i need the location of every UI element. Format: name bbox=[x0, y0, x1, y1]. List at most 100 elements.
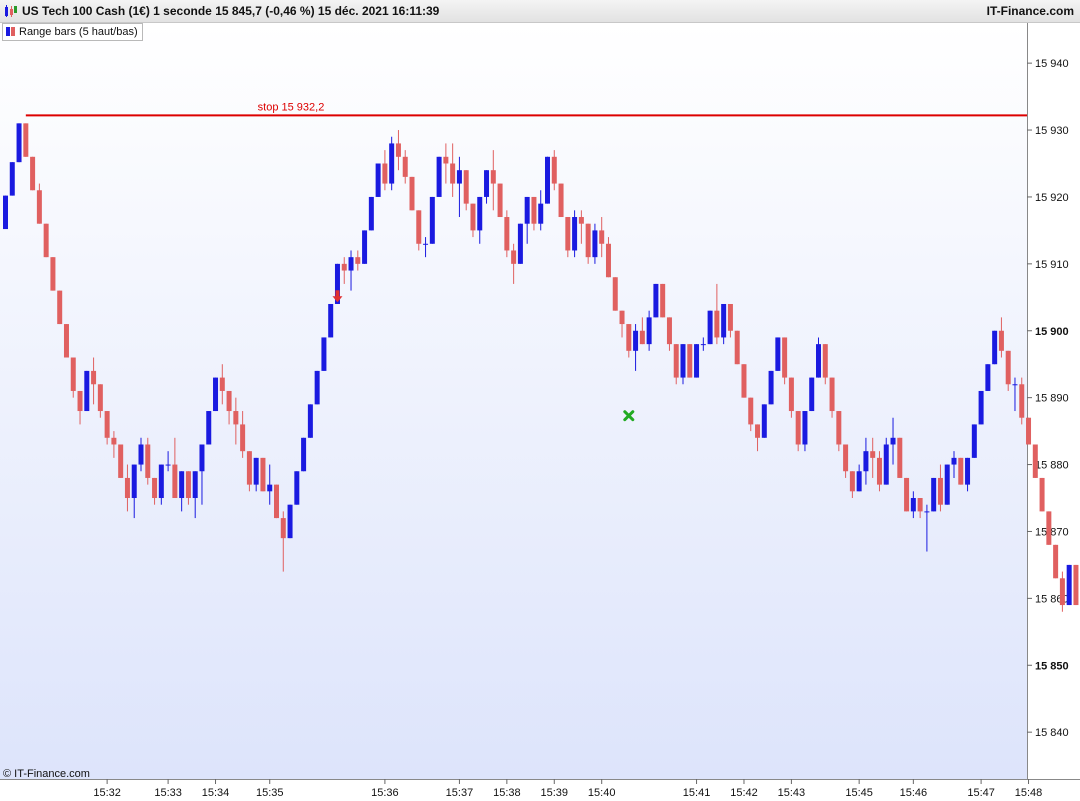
candle-down[interactable] bbox=[788, 377, 794, 412]
candle-down[interactable] bbox=[531, 196, 537, 224]
candle-up[interactable] bbox=[802, 411, 808, 445]
candle-up[interactable] bbox=[294, 471, 300, 505]
candle-down[interactable] bbox=[395, 143, 401, 157]
candle-down[interactable] bbox=[897, 437, 903, 478]
candle-up[interactable] bbox=[890, 437, 896, 445]
candle-down[interactable] bbox=[727, 303, 733, 331]
candle-down[interactable] bbox=[605, 243, 611, 278]
candle-up[interactable] bbox=[456, 170, 462, 184]
candle-up[interactable] bbox=[138, 444, 144, 465]
candle-up[interactable] bbox=[931, 477, 937, 512]
candle-down[interactable] bbox=[470, 203, 476, 231]
candle-down[interactable] bbox=[714, 310, 720, 338]
candle-up[interactable] bbox=[199, 444, 205, 472]
candle-up[interactable] bbox=[423, 243, 429, 245]
candle-up[interactable] bbox=[192, 471, 198, 499]
candle-down[interactable] bbox=[1032, 444, 1038, 478]
candle-down[interactable] bbox=[958, 457, 964, 485]
candle-down[interactable] bbox=[1005, 350, 1011, 385]
candle-up[interactable] bbox=[1066, 564, 1072, 606]
candle-down[interactable] bbox=[118, 444, 124, 478]
candle-up[interactable] bbox=[538, 203, 544, 224]
candle-down[interactable] bbox=[626, 324, 632, 351]
candle-up[interactable] bbox=[680, 344, 686, 378]
candle-up[interactable] bbox=[328, 303, 334, 338]
candle-down[interactable] bbox=[998, 330, 1004, 351]
candle-up[interactable] bbox=[592, 230, 598, 258]
candle-up[interactable] bbox=[572, 217, 578, 251]
candle-up[interactable] bbox=[429, 196, 435, 244]
candle-up[interactable] bbox=[633, 330, 639, 351]
candle-up[interactable] bbox=[253, 457, 259, 485]
candle-down[interactable] bbox=[260, 457, 266, 492]
candle-up[interactable] bbox=[517, 223, 523, 264]
candle-down[interactable] bbox=[673, 344, 679, 378]
candle-down[interactable] bbox=[152, 477, 158, 499]
candle-down[interactable] bbox=[612, 277, 618, 311]
candle-up[interactable] bbox=[362, 230, 368, 264]
candle-down[interactable] bbox=[1053, 544, 1059, 579]
candle-down[interactable] bbox=[91, 370, 97, 385]
candle-down[interactable] bbox=[755, 424, 761, 438]
candle-down[interactable] bbox=[1039, 477, 1045, 512]
candle-down[interactable] bbox=[450, 163, 456, 184]
candle-down[interactable] bbox=[416, 210, 422, 244]
candle-up[interactable] bbox=[700, 344, 706, 346]
candle-up[interactable] bbox=[965, 457, 971, 485]
candle-up[interactable] bbox=[3, 195, 8, 230]
candle-down[interactable] bbox=[111, 437, 117, 445]
candle-up[interactable] bbox=[389, 143, 395, 184]
candle-up[interactable] bbox=[910, 498, 916, 512]
candle-up[interactable] bbox=[694, 344, 700, 378]
candle-down[interactable] bbox=[829, 377, 835, 412]
candle-down[interactable] bbox=[822, 344, 828, 378]
candle-up[interactable] bbox=[1012, 384, 1018, 386]
candle-down[interactable] bbox=[43, 223, 49, 258]
candle-up[interactable] bbox=[545, 156, 550, 204]
candle-up[interactable] bbox=[924, 511, 930, 513]
candle-up[interactable] bbox=[951, 457, 957, 465]
candle-down[interactable] bbox=[666, 317, 672, 345]
candle-up[interactable] bbox=[436, 156, 442, 197]
candle-down[interactable] bbox=[355, 257, 361, 264]
candle-down[interactable] bbox=[63, 324, 69, 358]
candle-down[interactable] bbox=[578, 217, 584, 224]
candle-down[interactable] bbox=[795, 411, 801, 445]
candle-down[interactable] bbox=[565, 217, 571, 251]
candle-up[interactable] bbox=[321, 337, 327, 371]
candle-up[interactable] bbox=[992, 330, 998, 365]
candle-down[interactable] bbox=[497, 183, 503, 218]
candle-down[interactable] bbox=[233, 411, 239, 425]
candle-down[interactable] bbox=[511, 250, 517, 264]
candle-up[interactable] bbox=[348, 257, 354, 271]
candle-down[interactable] bbox=[558, 183, 564, 218]
candle-up[interactable] bbox=[179, 471, 185, 499]
candle-down[interactable] bbox=[409, 176, 415, 211]
candle-down[interactable] bbox=[639, 330, 645, 345]
candle-up[interactable] bbox=[477, 196, 483, 231]
candle-down[interactable] bbox=[1019, 384, 1025, 418]
candle-down[interactable] bbox=[748, 397, 754, 425]
candle-down[interactable] bbox=[402, 156, 408, 177]
candle-up[interactable] bbox=[314, 370, 320, 405]
candle-down[interactable] bbox=[687, 344, 693, 378]
candle-down[interactable] bbox=[1026, 417, 1032, 445]
candle-up[interactable] bbox=[971, 424, 977, 458]
candle-up[interactable] bbox=[165, 464, 171, 466]
candle-down[interactable] bbox=[463, 170, 469, 204]
candle-down[interactable] bbox=[77, 390, 83, 412]
candle-up[interactable] bbox=[816, 344, 821, 378]
candle-down[interactable] bbox=[870, 451, 876, 458]
candle-down[interactable] bbox=[660, 283, 666, 318]
candle-up[interactable] bbox=[16, 123, 22, 163]
candle-up[interactable] bbox=[978, 390, 984, 425]
candle-up[interactable] bbox=[524, 196, 530, 224]
candle-down[interactable] bbox=[782, 337, 788, 378]
candle-down[interactable] bbox=[619, 310, 625, 325]
candle-down[interactable] bbox=[70, 357, 76, 391]
candle-down[interactable] bbox=[599, 230, 605, 244]
candle-up[interactable] bbox=[985, 364, 991, 391]
candle-down[interactable] bbox=[876, 457, 882, 485]
candle-down[interactable] bbox=[30, 156, 36, 191]
candle-down[interactable] bbox=[23, 123, 29, 157]
